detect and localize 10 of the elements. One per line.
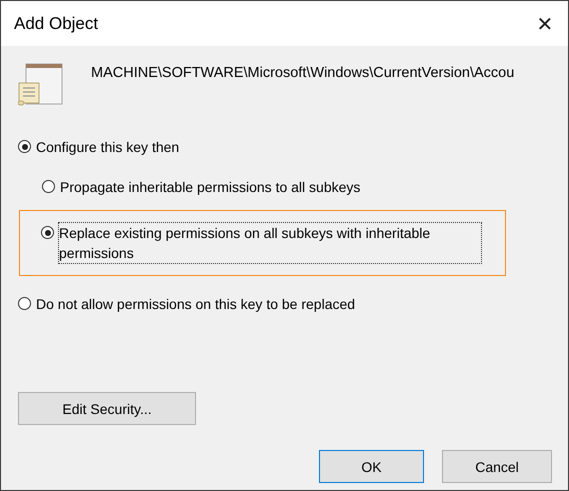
radio-option[interactable]: Propagate inheritable permissions to all subkeys bbox=[42, 177, 506, 197]
radio-option[interactable]: Do not allow permissions on this key to be replaced bbox=[18, 294, 568, 314]
ok-button[interactable]: OK bbox=[319, 450, 424, 483]
cancel-button[interactable]: Cancel bbox=[442, 450, 552, 483]
radio-option[interactable]: Configure this key then bbox=[18, 137, 568, 157]
object-path: MACHINE\SOFTWARE\Microsoft\Windows\CurrentVersion\Accou bbox=[91, 65, 514, 81]
window-title: Add Object bbox=[14, 14, 98, 34]
radio-option[interactable]: Replace existing permissions on all subkeys with inheritable permissions bbox=[41, 223, 505, 263]
edit-security-button[interactable]: Edit Security... bbox=[18, 392, 196, 425]
close-button[interactable]: ✕ bbox=[522, 1, 568, 46]
